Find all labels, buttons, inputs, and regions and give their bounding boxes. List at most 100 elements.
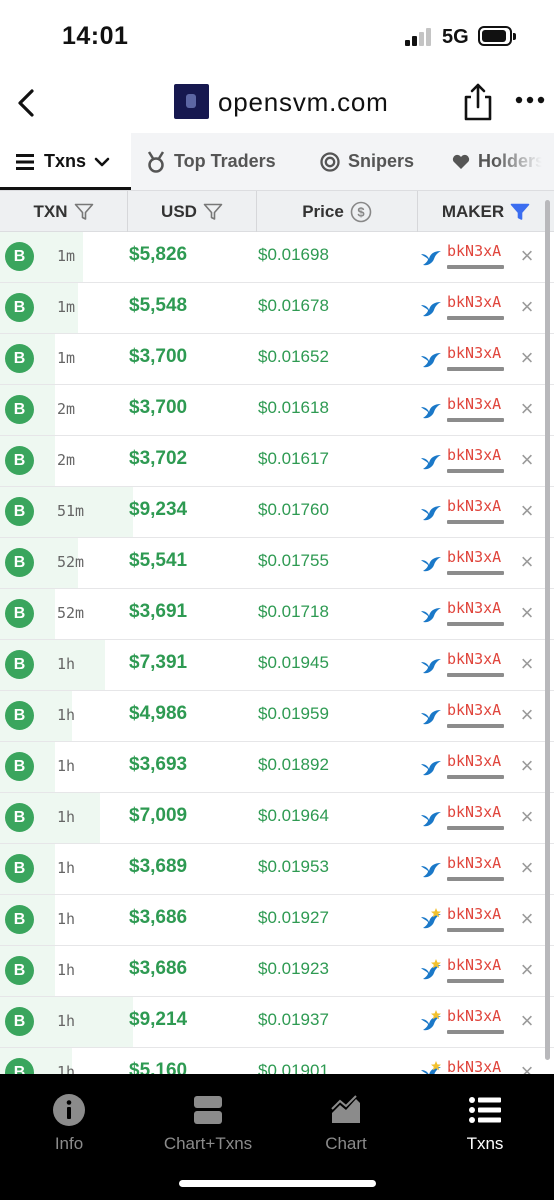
maker-address[interactable]: bkN3xA <box>447 446 501 464</box>
maker-address[interactable]: bkN3xA <box>447 854 501 872</box>
price-value: $0.01937 <box>258 1010 329 1029</box>
filter-active-icon[interactable] <box>510 203 530 221</box>
table-row[interactable]: B 1m $5,548 $0.01678 bkN3xA × <box>0 283 554 334</box>
dollar-circle-icon[interactable]: $ <box>350 201 372 223</box>
maker-address[interactable]: bkN3xA <box>447 956 501 974</box>
bird-icon <box>419 857 443 879</box>
scrollbar[interactable] <box>545 200 550 1060</box>
txn-age: 2m <box>57 400 76 418</box>
table-row[interactable]: B 52m $5,541 $0.01755 bkN3xA × <box>0 538 554 589</box>
table-row[interactable]: B 1h $5,160 $0.01901 bkN3xA × <box>0 1048 554 1074</box>
maker-address[interactable]: bkN3xA <box>447 497 501 515</box>
table-row[interactable]: B 1m $3,700 $0.01652 bkN3xA × <box>0 334 554 385</box>
column-header-price[interactable]: Price $ <box>257 191 418 232</box>
close-icon[interactable]: × <box>517 601 537 625</box>
share-button[interactable] <box>460 81 496 123</box>
usd-value: $3,686 <box>129 907 188 928</box>
close-icon[interactable]: × <box>517 652 537 676</box>
tab-holders-label: Holders <box>478 151 546 171</box>
maker-address[interactable]: bkN3xA <box>447 1058 501 1074</box>
filter-icon[interactable] <box>203 203 223 221</box>
maker-address[interactable]: bkN3xA <box>447 293 501 311</box>
close-icon[interactable]: × <box>517 856 537 880</box>
column-header-txn[interactable]: TXN <box>0 191 128 232</box>
table-row[interactable]: B 1h $4,986 $0.01959 bkN3xA × <box>0 691 554 742</box>
table-row[interactable]: B 1m $5,826 $0.01698 bkN3xA × <box>0 232 554 283</box>
bird-icon <box>419 500 443 522</box>
close-icon[interactable]: × <box>517 703 537 727</box>
nav-info[interactable]: Info <box>40 1092 98 1154</box>
table-row[interactable]: B 52m $3,691 $0.01718 bkN3xA × <box>0 589 554 640</box>
maker-address[interactable]: bkN3xA <box>447 701 501 719</box>
usd-value: $3,702 <box>129 448 188 469</box>
table-row[interactable]: B 1h $3,686 $0.01927 bkN3xA × <box>0 895 554 946</box>
site-title[interactable]: opensvm.com <box>218 87 389 118</box>
maker-address[interactable]: bkN3xA <box>447 650 501 668</box>
close-icon[interactable]: × <box>517 1060 537 1075</box>
close-icon[interactable]: × <box>517 448 537 472</box>
close-icon[interactable]: × <box>517 346 537 370</box>
maker-address[interactable]: bkN3xA <box>447 905 501 923</box>
close-icon[interactable]: × <box>517 907 537 931</box>
table-row[interactable]: B 2m $3,700 $0.01618 bkN3xA × <box>0 385 554 436</box>
close-icon[interactable]: × <box>517 499 537 523</box>
buy-badge: B <box>5 752 34 781</box>
table-row[interactable]: B 1h $9,214 $0.01937 bkN3xA × <box>0 997 554 1048</box>
maker-address[interactable]: bkN3xA <box>447 548 501 566</box>
usd-value: $9,214 <box>129 1009 188 1030</box>
nav-txns[interactable]: Txns <box>460 1092 510 1154</box>
close-icon[interactable]: × <box>517 958 537 982</box>
site-logo <box>174 84 209 119</box>
maker-address[interactable]: bkN3xA <box>447 344 501 362</box>
table-row[interactable]: B 1h $7,009 $0.01964 bkN3xA × <box>0 793 554 844</box>
close-icon[interactable]: × <box>517 754 537 778</box>
table-row[interactable]: B 1h $3,686 $0.01923 bkN3xA × <box>0 946 554 997</box>
usd-value: $3,689 <box>129 856 188 877</box>
table-row[interactable]: B 1h $3,689 $0.01953 bkN3xA × <box>0 844 554 895</box>
close-icon[interactable]: × <box>517 244 537 268</box>
maker-address[interactable]: bkN3xA <box>447 1007 501 1025</box>
table-row[interactable]: B 1h $7,391 $0.01945 bkN3xA × <box>0 640 554 691</box>
usd-value: $5,541 <box>129 550 188 571</box>
bird-icon <box>419 347 443 369</box>
maker-address[interactable]: bkN3xA <box>447 395 501 413</box>
price-value: $0.01927 <box>258 908 329 927</box>
battery-icon <box>478 26 516 46</box>
table-row[interactable]: B 2m $3,702 $0.01617 bkN3xA × <box>0 436 554 487</box>
maker-address[interactable]: bkN3xA <box>447 803 501 821</box>
back-button[interactable] <box>8 83 48 123</box>
tab-snipers[interactable]: Snipers <box>320 133 414 190</box>
close-icon[interactable]: × <box>517 550 537 574</box>
table-row[interactable]: B 51m $9,234 $0.01760 bkN3xA × <box>0 487 554 538</box>
nav-chart-txns[interactable]: Chart+Txns <box>156 1092 260 1154</box>
tab-bar: Txns Top Traders Snipers Holders <box>0 133 554 190</box>
table-row[interactable]: B 1h $3,693 $0.01892 bkN3xA × <box>0 742 554 793</box>
maker-address[interactable]: bkN3xA <box>447 599 501 617</box>
maker-address[interactable]: bkN3xA <box>447 242 501 260</box>
tab-top-traders[interactable]: Top Traders <box>146 133 276 190</box>
close-icon[interactable]: × <box>517 397 537 421</box>
column-header-maker[interactable]: MAKER <box>418 191 554 232</box>
close-icon[interactable]: × <box>517 805 537 829</box>
nav-chart[interactable]: Chart <box>316 1092 376 1154</box>
more-options-button[interactable] <box>514 91 546 111</box>
tab-holders[interactable]: Holders <box>452 133 545 190</box>
bird-star-icon <box>419 908 443 930</box>
maker-tag-bar <box>447 469 504 473</box>
column-header-usd[interactable]: USD <box>128 191 257 232</box>
menu-icon <box>16 153 36 171</box>
maker-address[interactable]: bkN3xA <box>447 752 501 770</box>
price-value: $0.01652 <box>258 347 329 366</box>
filter-icon[interactable] <box>74 203 94 221</box>
bird-icon <box>419 398 443 420</box>
buy-badge: B <box>5 497 34 526</box>
close-icon[interactable]: × <box>517 1009 537 1033</box>
nav-chart-label: Chart <box>325 1134 367 1153</box>
tab-txns[interactable]: Txns <box>0 133 131 190</box>
close-icon[interactable]: × <box>517 295 537 319</box>
price-value: $0.01945 <box>258 653 329 672</box>
bird-icon <box>419 806 443 828</box>
column-header-usd-label: USD <box>161 201 197 221</box>
usd-value: $3,700 <box>129 397 188 418</box>
column-header-price-label: Price <box>302 201 344 221</box>
